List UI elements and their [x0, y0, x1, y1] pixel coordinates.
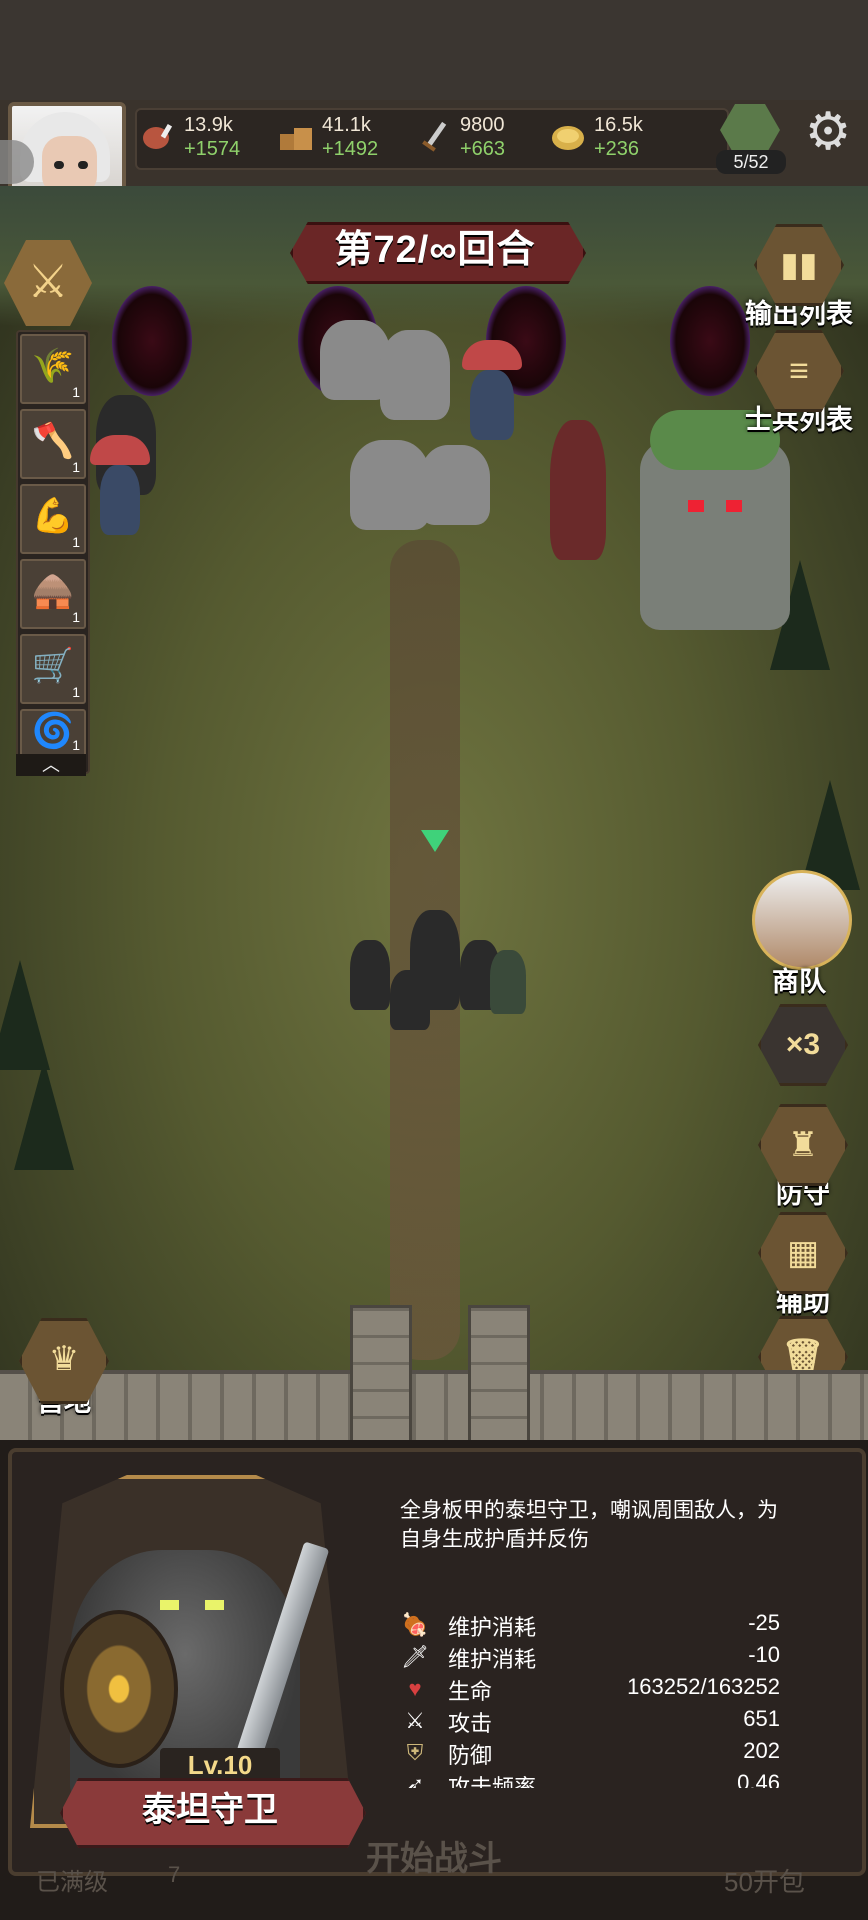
- tree-golem-enemy: [640, 410, 790, 630]
- soldier-list-button[interactable]: ≡ 士兵列表: [744, 330, 854, 437]
- resource-weapon: 9800 +663: [416, 112, 536, 164]
- mushroom-enemy: [100, 465, 140, 535]
- sword-icon: [422, 121, 447, 152]
- shield-icon: ⛨: [406, 1740, 424, 1765]
- collapse-chevron-icon[interactable]: ︿: [16, 754, 86, 776]
- squad-marker-icon: [421, 830, 449, 852]
- sword-icon: 🗡: [401, 1644, 429, 1669]
- muscle-icon: 💪: [31, 497, 75, 535]
- crown-icon: ♛: [48, 1340, 80, 1378]
- support-button[interactable]: ▦ 辅助: [748, 1212, 858, 1319]
- heart-icon: ♥: [408, 1676, 422, 1701]
- boar-enemy: [420, 445, 490, 525]
- list-icon: ≡: [789, 352, 809, 390]
- start-battle-button[interactable]: 开始战斗: [300, 1830, 568, 1888]
- cart-icon: 🛒: [31, 647, 75, 685]
- grain-sack-icon: 🌾: [31, 347, 75, 385]
- bar-chart-icon: ▮▮: [780, 246, 818, 284]
- axe-icon: 🪓: [31, 422, 75, 460]
- population-icon: [720, 104, 780, 156]
- speed-toggle-button[interactable]: ×3: [748, 1004, 858, 1086]
- stat-row: ➶ 攻击频率 0.46: [400, 1770, 780, 1788]
- open-pack-button[interactable]: 50开包: [724, 1862, 805, 1899]
- wall-tower: [468, 1305, 530, 1446]
- wall-tower: [350, 1305, 412, 1446]
- unit-level: Lv.10: [160, 1748, 280, 1782]
- maxed-label: 已满级: [36, 1869, 108, 1896]
- enemy-portal: [112, 286, 192, 396]
- enemy-portal: [670, 286, 750, 396]
- card-slot[interactable]: 💪 1: [20, 484, 86, 554]
- castle-icon: ♜: [787, 1126, 819, 1164]
- wood-icon: [280, 128, 312, 150]
- stat-row: ⚔ 攻击 651: [400, 1706, 780, 1736]
- card-slot[interactable]: 🪓 1: [20, 409, 86, 479]
- camp-button[interactable]: ♛ 营地: [14, 1318, 114, 1419]
- round-counter: 第72/∞回合: [334, 229, 536, 271]
- stat-row: ⛨ 防御 202: [400, 1738, 780, 1768]
- succubus-enemy: [550, 420, 606, 560]
- card-slot[interactable]: 🛒 1: [20, 634, 86, 704]
- meat-icon: [143, 123, 173, 149]
- castle-wall: [0, 1370, 868, 1444]
- hut-icon: 🛖: [31, 572, 75, 610]
- crossed-swords-icon: ⚔: [405, 1708, 425, 1733]
- glowing-eyes: [160, 1600, 224, 1610]
- caravan-portrait-icon: [752, 870, 852, 970]
- stat-row: 🍖 维护消耗 -25: [401, 1610, 780, 1640]
- coin-icon: [552, 126, 584, 150]
- pine-tree: [0, 960, 50, 1070]
- resource-gold: 16.5k +236: [550, 112, 680, 164]
- card-slot[interactable]: 🌾 1: [20, 334, 86, 404]
- sun-shield-icon: [60, 1610, 178, 1768]
- sword-crest-icon: ⚔: [27, 255, 69, 307]
- top-background: [0, 0, 868, 100]
- gear-icon[interactable]: ⚙: [800, 104, 856, 160]
- speed-icon: ➶: [405, 1772, 425, 1788]
- defense-button[interactable]: ♜ 防守: [748, 1104, 858, 1211]
- player-squad: [330, 910, 530, 1030]
- card-slot[interactable]: 🌀 1: [20, 709, 86, 757]
- caravan-button[interactable]: 商队: [744, 960, 854, 999]
- card-slot[interactable]: 🛖 1: [20, 559, 86, 629]
- boar-enemy: [350, 440, 430, 530]
- pine-tree: [14, 1060, 74, 1170]
- boar-enemy: [380, 330, 450, 420]
- meat-icon: 🍖: [401, 1612, 429, 1637]
- resource-wood: 41.1k +1492: [278, 112, 408, 164]
- count-label: 7: [168, 1862, 181, 1887]
- mushroom-enemy: [470, 370, 514, 440]
- unit-description: 全身板甲的泰坦守卫，嘲讽周围敌人，为自身生成护盾并反伤: [400, 1499, 778, 1551]
- resource-meat: 13.9k +1574: [140, 112, 270, 164]
- stat-row: ♥ 生命 163252/163252: [400, 1674, 780, 1704]
- output-list-button[interactable]: ▮▮ 输出列表: [744, 224, 854, 331]
- vortex-icon: 🌀: [31, 712, 75, 750]
- blocks-icon: ▦: [786, 1234, 820, 1272]
- population-button[interactable]: 5/52: [716, 104, 786, 174]
- stat-row: 🗡 维护消耗 -10: [401, 1642, 780, 1672]
